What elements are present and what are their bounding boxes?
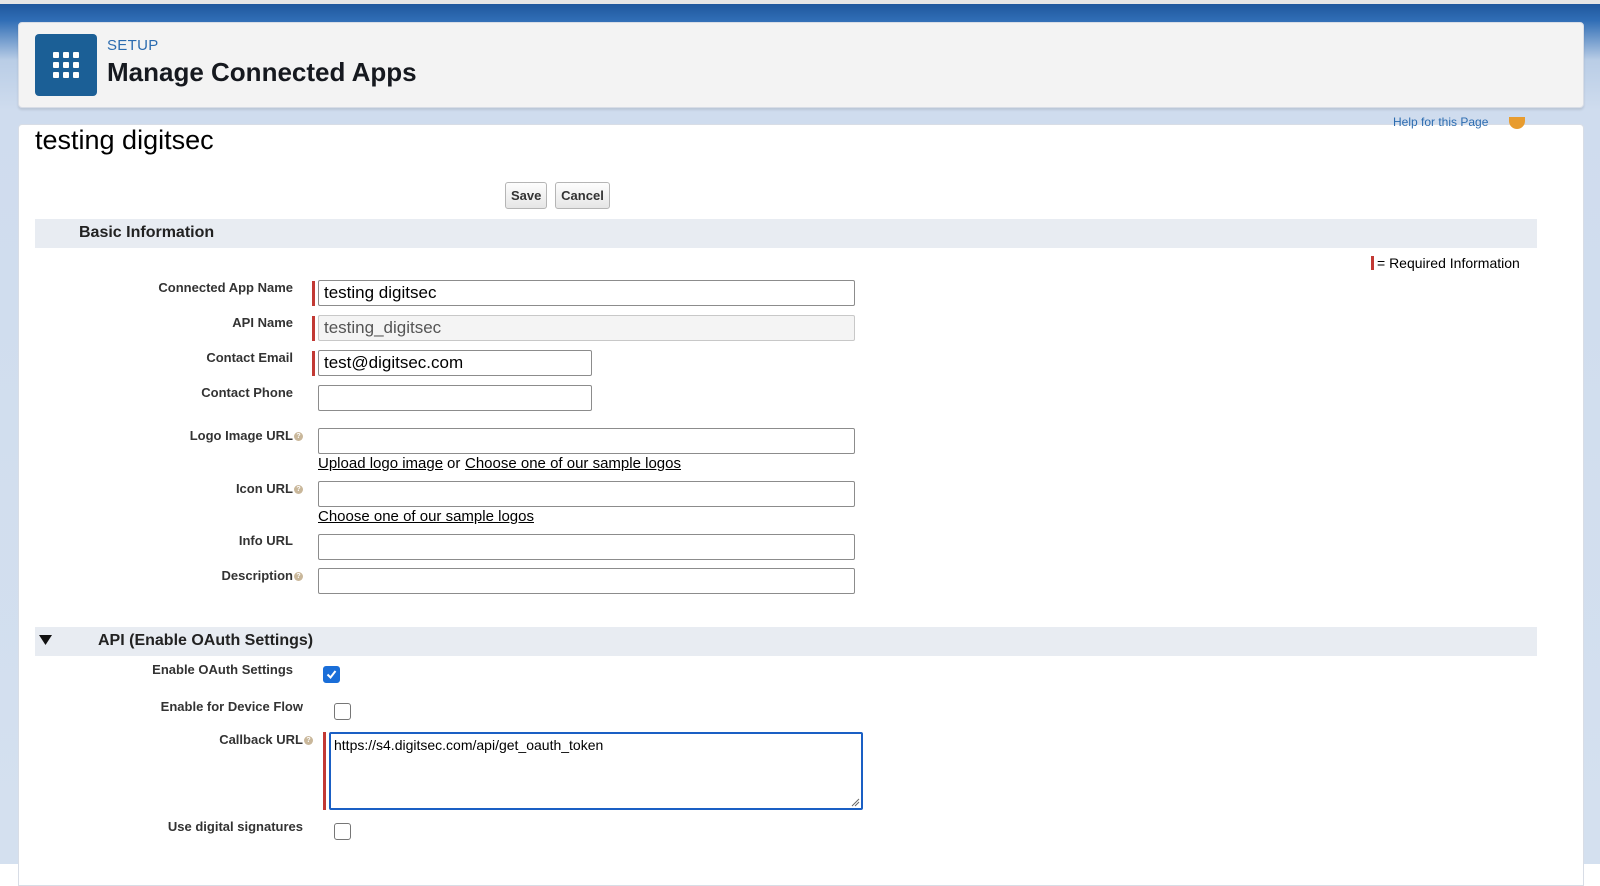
required-information-legend: = Required Information: [1371, 255, 1520, 271]
logo-image-url-input[interactable]: [318, 428, 855, 454]
description-label: Description?: [221, 568, 303, 583]
cancel-button[interactable]: Cancel: [555, 182, 610, 209]
enable-oauth-settings-label: Enable OAuth Settings: [152, 662, 293, 677]
callback-url-textarea[interactable]: https://s4.digitsec.com/api/get_oauth_to…: [329, 732, 863, 810]
main-panel: Help for this Page testing digitsec Save…: [18, 115, 1584, 886]
callback-url-label: Callback URL?: [219, 732, 313, 747]
icon-choose-sample-logos-link[interactable]: Choose one of our sample logos: [318, 508, 534, 525]
description-input[interactable]: [318, 568, 855, 594]
contact-email-label: Contact Email: [206, 350, 293, 365]
required-indicator: [312, 351, 315, 376]
required-legend-text: = Required Information: [1377, 255, 1520, 271]
help-info-icon[interactable]: ?: [294, 485, 303, 495]
help-info-icon[interactable]: ?: [294, 432, 303, 442]
api-name-label: API Name: [232, 315, 293, 330]
required-indicator: [323, 732, 326, 810]
enable-oauth-settings-checkbox[interactable]: [323, 666, 340, 683]
icon-url-label: Icon URL?: [236, 481, 303, 496]
enable-device-flow-label: Enable for Device Flow: [160, 699, 303, 714]
app-launcher-grid-icon[interactable]: [35, 34, 97, 96]
icon-url-label-text: Icon URL: [235, 481, 293, 496]
logo-image-url-label-text: Logo Image URL: [189, 428, 293, 443]
contact-phone-input[interactable]: [318, 385, 592, 411]
use-digital-signatures-label: Use digital signatures: [167, 819, 303, 834]
checkmark-icon: [326, 670, 337, 680]
section-title: API (Enable OAuth Settings): [98, 632, 314, 649]
choose-sample-logos-link[interactable]: Choose one of our sample logos: [465, 455, 681, 472]
upload-logo-image-link[interactable]: Upload logo image: [318, 455, 443, 472]
help-icon[interactable]: [1509, 117, 1525, 129]
use-digital-signatures-checkbox[interactable]: [334, 823, 351, 840]
resize-handle-icon[interactable]: [850, 797, 860, 807]
basic-information-section-header: Basic Information: [35, 219, 1537, 248]
help-link[interactable]: Help for this Page: [1393, 115, 1488, 129]
help-info-icon[interactable]: ?: [294, 572, 303, 582]
info-url-label: Info URL: [238, 533, 293, 548]
required-indicator: [1371, 256, 1374, 270]
icon-url-input[interactable]: [318, 481, 855, 507]
connected-app-name-label: Connected App Name: [158, 280, 293, 295]
contact-email-input[interactable]: test@digitsec.com: [318, 350, 592, 376]
logo-image-url-label: Logo Image URL?: [190, 428, 303, 443]
callback-url-value: https://s4.digitsec.com/api/get_oauth_to…: [334, 737, 604, 753]
api-oauth-section-header[interactable]: API (Enable OAuth Settings): [35, 627, 1537, 656]
save-button[interactable]: Save: [505, 182, 547, 209]
required-indicator: [312, 281, 315, 306]
description-label-text: Description: [221, 568, 293, 583]
contact-phone-label: Contact Phone: [201, 385, 293, 400]
breadcrumb: SETUP: [107, 37, 159, 54]
section-title: Basic Information: [79, 224, 215, 241]
record-title: testing digitsec: [35, 125, 214, 155]
info-url-input[interactable]: [318, 534, 855, 560]
connected-app-name-input[interactable]: testing digitsec: [318, 280, 855, 306]
top-border: [0, 0, 1600, 4]
or-text: or: [447, 455, 461, 472]
api-name-input[interactable]: testing_digitsec: [318, 315, 855, 341]
page-header: SETUP Manage Connected Apps: [18, 22, 1584, 108]
required-indicator: [312, 316, 315, 341]
callback-url-label-text: Callback URL: [219, 732, 303, 747]
page-title: Manage Connected Apps: [107, 57, 417, 87]
collapse-triangle-icon[interactable]: [39, 635, 52, 645]
help-info-icon[interactable]: ?: [304, 736, 313, 746]
enable-device-flow-checkbox[interactable]: [334, 703, 351, 720]
